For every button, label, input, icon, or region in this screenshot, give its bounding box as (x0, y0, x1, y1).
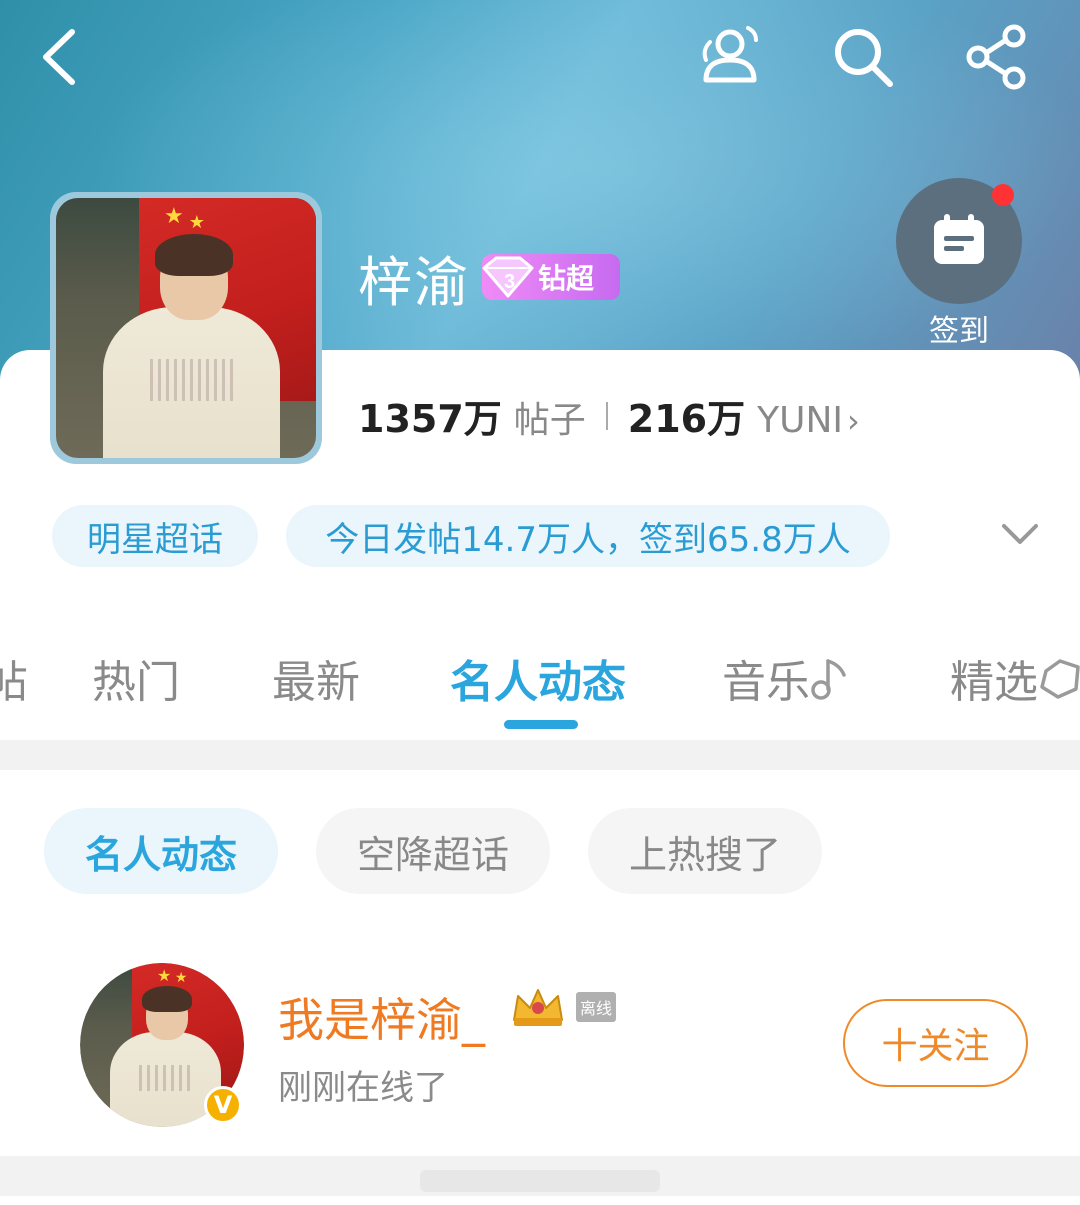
chevron-right-icon: › (847, 402, 860, 440)
back-arrow-icon (43, 29, 75, 85)
tab-featured[interactable]: 精选 (950, 646, 1080, 710)
tab-music-label: 音乐 (722, 657, 810, 708)
notification-dot (992, 184, 1014, 206)
svg-text:3: 3 (504, 271, 515, 293)
share-button[interactable] (962, 22, 1032, 92)
featured-icon (1040, 659, 1080, 699)
tier-label: 钻超 (538, 262, 595, 295)
active-tab-indicator (504, 720, 578, 729)
chip-trending[interactable]: 上热搜了 (588, 808, 822, 894)
checkin-button[interactable] (896, 178, 1022, 304)
members-unit: YUNI (757, 400, 843, 441)
tab-music[interactable]: 音乐 (722, 646, 850, 710)
offline-badge: 离线 (576, 992, 616, 1022)
members-count: 216万 (627, 397, 746, 441)
search-button[interactable] (828, 22, 898, 92)
search-icon (835, 29, 893, 87)
bottom-placeholder (420, 1170, 660, 1192)
diamond-icon: 3 (482, 256, 534, 298)
friends-button[interactable] (692, 22, 762, 92)
checkin-label: 签到 (929, 314, 989, 349)
chevron-down-icon (1002, 524, 1038, 544)
member-name[interactable]: 我是梓渝_ (278, 984, 485, 1050)
posts-count: 1357万 (358, 397, 502, 441)
music-note-icon (811, 659, 846, 700)
category-tag[interactable]: 明星超话 (52, 505, 258, 567)
group-name: 梓渝 (358, 251, 470, 314)
section-divider (0, 740, 1080, 770)
stats-row[interactable]: 1357万 帖子 216万 YUNI › (358, 388, 860, 443)
group-avatar[interactable]: ★ ★ (50, 192, 322, 464)
calendar-icon (934, 214, 984, 264)
member-status: 刚刚在线了 (278, 1068, 448, 1108)
expand-button[interactable] (996, 510, 1044, 558)
today-stats-tag[interactable]: 今日发帖14.7万人，签到65.8万人 (286, 505, 890, 567)
tab-featured-label: 精选 (950, 657, 1038, 708)
posts-unit: 帖子 (513, 400, 586, 441)
verified-badge-icon: V (204, 1086, 242, 1124)
tab-celebrity-updates[interactable]: 名人动态 (450, 646, 626, 710)
chip-celebrity-updates[interactable]: 名人动态 (44, 808, 278, 894)
back-button[interactable] (26, 22, 96, 92)
stats-separator (605, 401, 608, 430)
share-icon (966, 24, 1026, 90)
tab-hot[interactable]: 热门 (92, 646, 180, 710)
tab-partial[interactable]: 帖 (0, 646, 28, 710)
super-topic-page: ★ ★ 梓渝 3 钻超 签到 1357万 帖子 216万 YUNI › 明星超话… (0, 0, 1080, 1205)
tier-badge[interactable]: 3 钻超 (482, 254, 620, 300)
people-icon (702, 26, 758, 83)
avatar-photo: ★ ★ (56, 198, 316, 458)
tab-new[interactable]: 最新 (272, 646, 360, 710)
crown-icon (513, 989, 563, 1026)
chip-drop-in[interactable]: 空降超话 (316, 808, 550, 894)
follow-button[interactable]: 十关注 (843, 999, 1028, 1087)
